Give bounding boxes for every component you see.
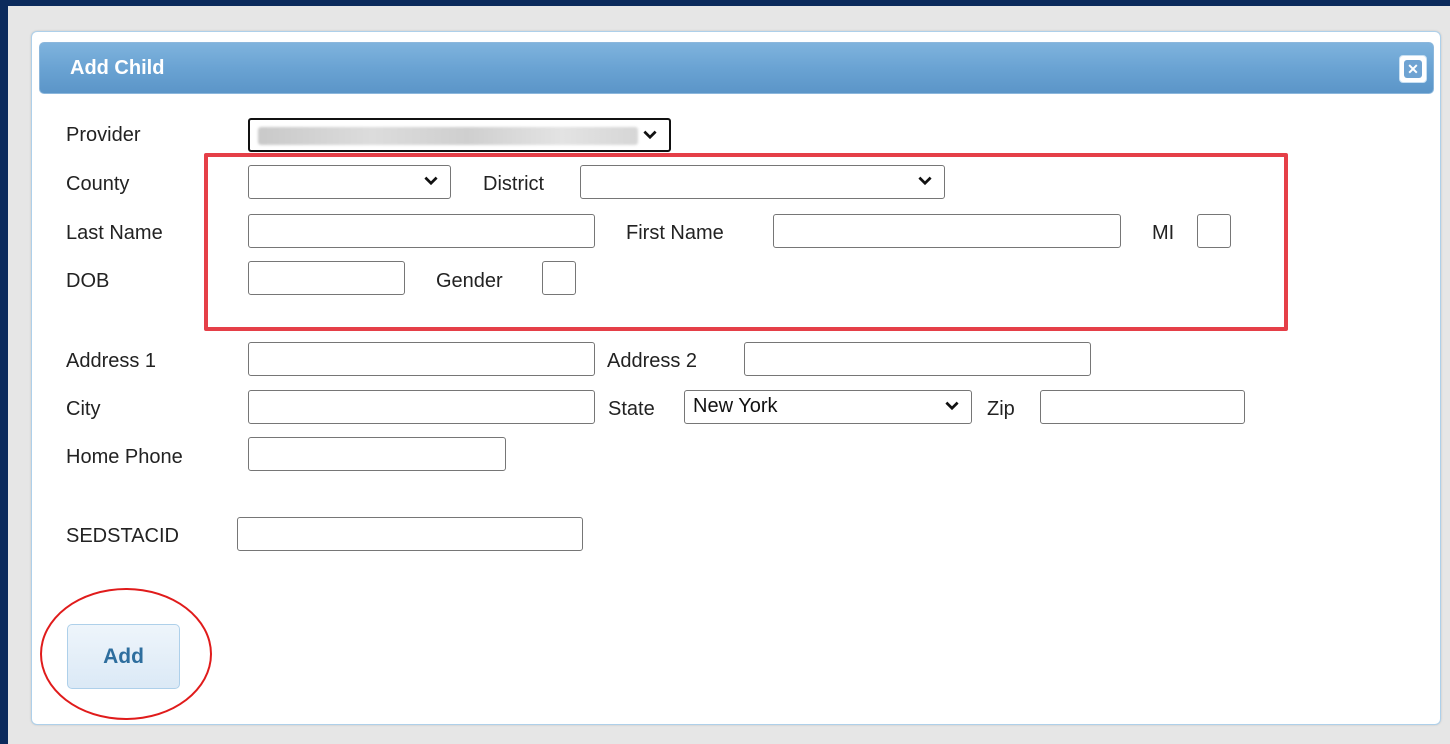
state-value: New York bbox=[693, 395, 778, 417]
last-name-label: Last Name bbox=[66, 222, 163, 244]
add-button-highlight-circle bbox=[40, 588, 212, 720]
zip-input[interactable] bbox=[1040, 390, 1245, 424]
sedstacid-label: SEDSTACID bbox=[66, 525, 179, 547]
add-child-dialog: Add Child ✕ bbox=[31, 31, 1441, 725]
address1-label: Address 1 bbox=[66, 350, 157, 372]
address1-input[interactable] bbox=[248, 342, 595, 376]
state-label: State bbox=[608, 398, 655, 420]
sedstacid-input[interactable] bbox=[237, 517, 583, 551]
home-phone-input[interactable] bbox=[248, 437, 506, 471]
provider-label: Provider bbox=[66, 124, 141, 146]
dialog-title: Add Child bbox=[70, 57, 165, 79]
zip-label: Zip bbox=[987, 398, 1015, 420]
address2-label: Address 2 bbox=[607, 350, 698, 372]
close-icon: ✕ bbox=[1404, 60, 1422, 78]
address2-input[interactable] bbox=[744, 342, 1091, 376]
city-input[interactable] bbox=[248, 390, 595, 424]
state-select[interactable]: New York bbox=[684, 390, 972, 424]
provider-redacted-value bbox=[258, 127, 638, 145]
city-label: City bbox=[66, 398, 101, 420]
county-label: County bbox=[66, 173, 130, 195]
dob-label: DOB bbox=[66, 270, 110, 292]
home-phone-label: Home Phone bbox=[66, 446, 183, 468]
chevron-down-icon bbox=[643, 130, 657, 140]
provider-select[interactable] bbox=[248, 118, 671, 152]
highlight-box bbox=[204, 153, 1288, 331]
close-button[interactable]: ✕ bbox=[1399, 55, 1427, 83]
chevron-down-icon bbox=[945, 401, 959, 411]
dialog-titlebar[interactable]: Add Child ✕ bbox=[39, 42, 1434, 94]
